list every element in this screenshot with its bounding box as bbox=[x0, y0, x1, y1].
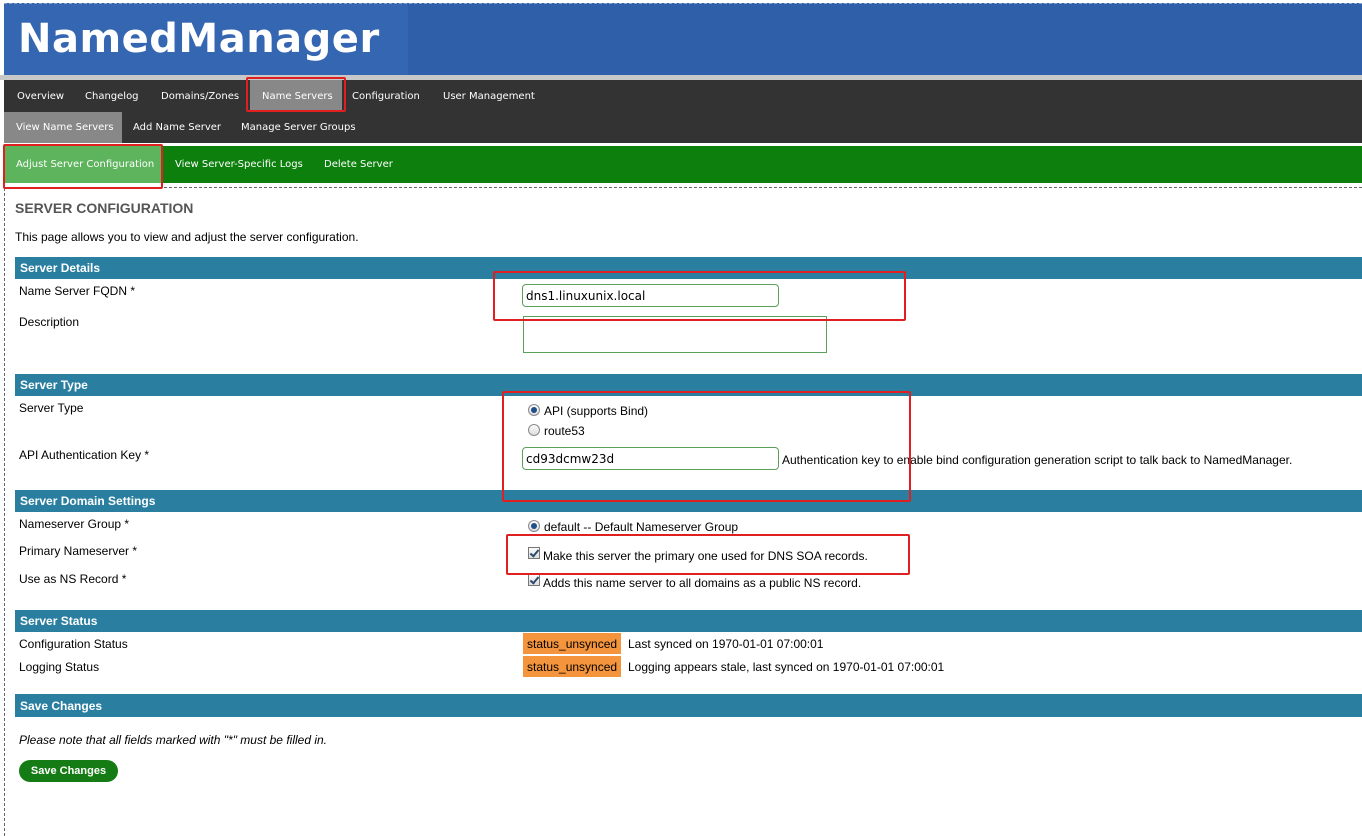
logging-status-text: Logging appears stale, last synced on 19… bbox=[628, 660, 945, 674]
save-changes-button[interactable]: Save Changes bbox=[19, 760, 118, 782]
app-header: NamedManager bbox=[4, 3, 1362, 76]
required-fields-note: Please note that all fields marked with … bbox=[19, 733, 328, 747]
nav-name-servers[interactable]: Name Servers bbox=[250, 80, 342, 112]
subnav-view-name-servers[interactable]: View Name Servers bbox=[4, 112, 122, 143]
api-key-help: Authentication key to enable bind config… bbox=[782, 453, 1293, 467]
ns-record-checkbox[interactable] bbox=[528, 574, 540, 586]
ns-record-label: Use as NS Record * bbox=[19, 572, 127, 586]
config-status-badge: status_unsynced bbox=[523, 633, 622, 654]
logo-area: NamedManager bbox=[4, 4, 408, 76]
radio-api-label: API (supports Bind) bbox=[544, 404, 649, 418]
section-server-details: Server Details bbox=[15, 257, 1362, 279]
nav-overview[interactable]: Overview bbox=[5, 80, 76, 112]
subnav-manage-server-groups[interactable]: Manage Server Groups bbox=[229, 112, 368, 143]
action-delete-server[interactable]: Delete Server bbox=[312, 146, 405, 183]
page-description: This page allows you to view and adjust … bbox=[15, 230, 359, 244]
page-title: SERVER CONFIGURATION bbox=[15, 200, 194, 216]
config-status-label: Configuration Status bbox=[19, 637, 128, 651]
fqdn-input[interactable] bbox=[522, 284, 779, 307]
nav-user-management[interactable]: User Management bbox=[431, 80, 547, 112]
section-server-type: Server Type bbox=[15, 374, 1362, 396]
action-view-server-logs[interactable]: View Server-Specific Logs bbox=[163, 146, 315, 183]
ns-record-text: Adds this name server to all domains as … bbox=[543, 576, 862, 590]
description-label: Description bbox=[19, 315, 80, 329]
section-domain-settings: Server Domain Settings bbox=[15, 490, 1362, 512]
primary-nameserver-text: Make this server the primary one used fo… bbox=[543, 549, 868, 563]
api-key-input[interactable] bbox=[522, 447, 779, 470]
nav-changelog[interactable]: Changelog bbox=[73, 80, 151, 112]
app-title: NamedManager bbox=[18, 16, 380, 62]
default-group-label: default -- Default Nameserver Group bbox=[544, 520, 739, 534]
content-border-left bbox=[4, 183, 5, 836]
server-type-label: Server Type bbox=[19, 401, 84, 415]
logging-status-badge: status_unsynced bbox=[523, 656, 622, 677]
fqdn-label: Name Server FQDN * bbox=[19, 284, 136, 298]
radio-route53[interactable] bbox=[528, 424, 540, 436]
main-nav: Overview Changelog Domains/Zones Name Se… bbox=[4, 80, 1362, 112]
action-adjust-server-configuration[interactable]: Adjust Server Configuration bbox=[4, 146, 161, 183]
content-border-top bbox=[4, 187, 1362, 188]
sub-nav: View Name Servers Add Name Server Manage… bbox=[4, 112, 1362, 143]
description-textarea[interactable] bbox=[523, 316, 827, 353]
nav-domains-zones[interactable]: Domains/Zones bbox=[149, 80, 251, 112]
nameserver-group-label: Nameserver Group * bbox=[19, 517, 130, 531]
config-status-text: Last synced on 1970-01-01 07:00:01 bbox=[628, 637, 824, 651]
subnav-add-name-server[interactable]: Add Name Server bbox=[121, 112, 233, 143]
logging-status-label: Logging Status bbox=[19, 660, 100, 674]
primary-nameserver-label: Primary Nameserver * bbox=[19, 544, 138, 558]
section-save-changes: Save Changes bbox=[15, 694, 1362, 717]
primary-nameserver-checkbox[interactable] bbox=[528, 547, 540, 559]
nav-configuration[interactable]: Configuration bbox=[340, 80, 432, 112]
radio-route53-label: route53 bbox=[544, 424, 585, 438]
radio-api[interactable] bbox=[528, 404, 540, 416]
section-server-status: Server Status bbox=[15, 610, 1362, 632]
action-nav: Adjust Server Configuration View Server-… bbox=[4, 146, 1362, 183]
radio-default-group[interactable] bbox=[528, 520, 540, 532]
api-key-label: API Authentication Key * bbox=[19, 448, 150, 462]
